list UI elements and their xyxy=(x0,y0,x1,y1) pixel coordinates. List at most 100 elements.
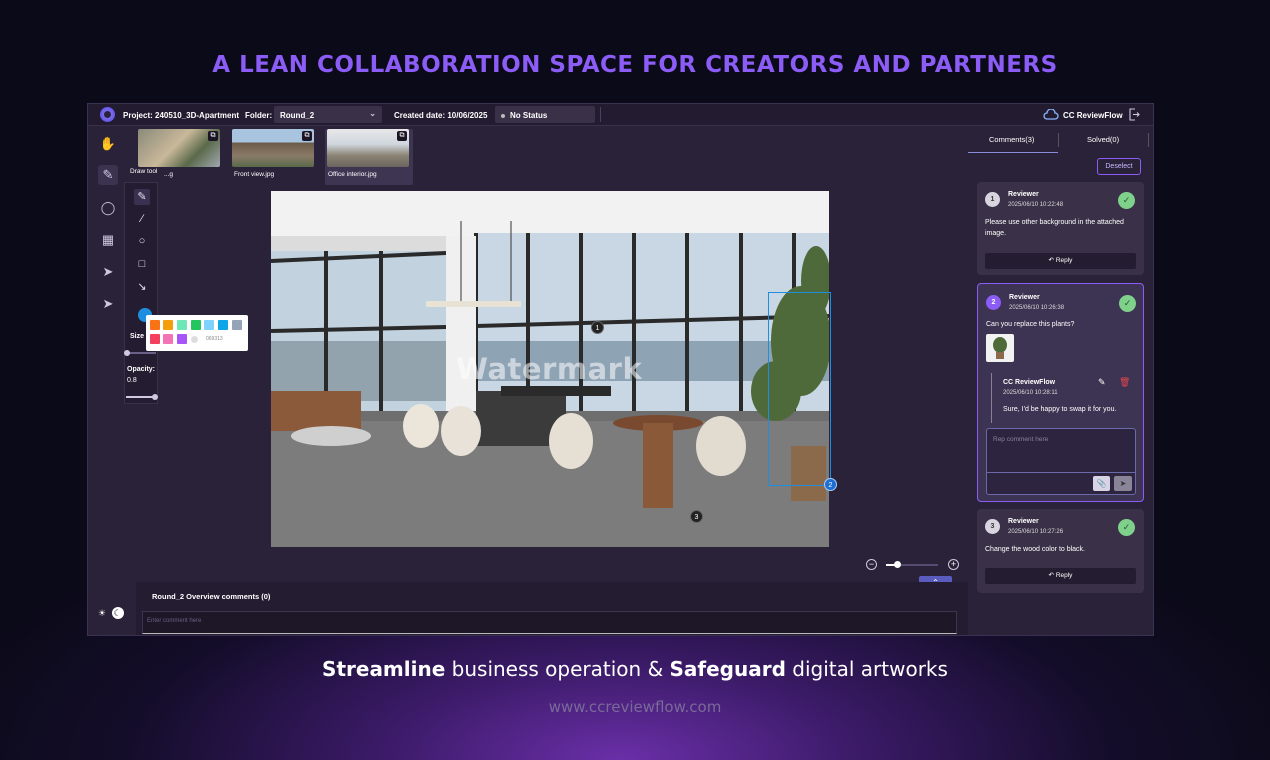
swatch[interactable] xyxy=(177,334,187,344)
theme-toggle[interactable]: ☀ ☾ xyxy=(98,607,124,619)
top-bar: Project: 240510_3D-Apartment Folder: Rou… xyxy=(88,104,1153,126)
divider xyxy=(1058,133,1059,147)
custom-color-icon[interactable] xyxy=(191,336,198,343)
divider xyxy=(600,107,601,122)
thumbnail[interactable]: ⧉ ...g xyxy=(136,129,222,185)
comment-author: Reviewer xyxy=(1008,191,1039,198)
comment-number: 2 xyxy=(986,295,1001,310)
resolve-check-icon[interactable]: ✓ xyxy=(1118,192,1135,209)
comments-panel: Comments(3) Solved(0) Deselect 1 Reviewe… xyxy=(968,126,1153,635)
thumbnail-selected[interactable]: ⧉ Office interior.jpg xyxy=(325,129,413,185)
tagline-strong-1: Streamline xyxy=(322,657,446,681)
send-tool-icon[interactable]: ➤ xyxy=(98,262,118,282)
overview-comment-input[interactable]: Enter comment here xyxy=(142,611,957,634)
plant-image xyxy=(993,337,1007,359)
comment-card[interactable]: 1 Reviewer 2025/06/10 10:22:48 ✓ Please … xyxy=(977,182,1144,275)
tab-solved[interactable]: Solved(0) xyxy=(1087,135,1119,144)
copy-icon[interactable]: ⧉ xyxy=(397,131,407,141)
resolve-check-icon[interactable]: ✓ xyxy=(1118,519,1135,536)
circle-icon[interactable]: ○ xyxy=(134,233,150,249)
annotation-box[interactable] xyxy=(768,292,831,486)
size-label: Size xyxy=(130,333,145,340)
reply-button[interactable]: ↶ Reply xyxy=(985,568,1136,584)
comment-pin[interactable]: 3 xyxy=(690,510,703,523)
reply-button[interactable]: ↶ Reply xyxy=(985,253,1136,269)
logout-icon[interactable] xyxy=(1128,108,1140,121)
line-icon[interactable]: ∕ xyxy=(134,211,150,227)
attach-icon[interactable]: 📎 xyxy=(1093,476,1110,491)
tagline-text-1: business operation & xyxy=(445,657,670,681)
tagline-strong-2: Safeguard xyxy=(669,657,786,681)
thumbnail[interactable]: ⧉ Front view.jpg xyxy=(230,129,318,185)
reply-time: 2025/06/10 10:28:11 xyxy=(1003,390,1058,396)
draw-tool-icon[interactable]: ✎ xyxy=(98,165,118,185)
size-slider[interactable] xyxy=(126,352,156,354)
headline: A LEAN COLLABORATION SPACE FOR CREATORS … xyxy=(212,52,1058,78)
opacity-label: Opacity: xyxy=(127,366,156,373)
tagline-text-2: digital artworks xyxy=(785,657,948,681)
comment-card-active[interactable]: 2 Reviewer 2025/06/10 10:26:38 ✓ Can you… xyxy=(977,283,1144,502)
status-select[interactable]: No Status xyxy=(495,106,595,123)
hand-tool-icon[interactable]: ✋ xyxy=(98,134,118,154)
grid-tool-icon[interactable]: ▦ xyxy=(98,230,118,250)
created-date: Created date: 10/06/2025 xyxy=(394,111,488,120)
attachment-thumbnail[interactable] xyxy=(986,334,1014,362)
tab-comments[interactable]: Comments(3) xyxy=(989,135,1034,144)
swatch[interactable] xyxy=(163,334,173,344)
overview-comments-panel: Round_2 Overview comments (0) Enter comm… xyxy=(136,582,968,635)
pencil-icon[interactable]: ✎ xyxy=(134,189,150,205)
send-lock-tool-icon[interactable]: ➤ xyxy=(98,294,118,314)
folder-label: Folder: xyxy=(245,111,273,120)
resolve-check-icon[interactable]: ✓ xyxy=(1119,295,1136,312)
sun-icon[interactable]: ☀ xyxy=(98,608,106,618)
folder-select[interactable]: Round_2 ⌄ xyxy=(274,106,382,123)
divider xyxy=(987,472,1135,473)
comment-pin[interactable]: 1 xyxy=(591,321,604,334)
swatch[interactable] xyxy=(150,320,160,330)
comment-author: Reviewer xyxy=(1008,518,1039,525)
swatch[interactable] xyxy=(204,320,214,330)
reply-text: Sure, I'd be happy to swap it for you. xyxy=(1003,406,1117,413)
swatch[interactable] xyxy=(163,320,173,330)
opacity-slider-knob[interactable] xyxy=(152,394,158,400)
reply-placeholder: Rep comment here xyxy=(993,436,1049,443)
edit-icon[interactable]: ✎ xyxy=(1098,377,1106,388)
comment-number: 3 xyxy=(985,519,1000,534)
zoom-out-icon[interactable]: − xyxy=(866,559,877,570)
size-slider-knob[interactable] xyxy=(124,350,130,356)
arrow-icon[interactable]: ↘ xyxy=(134,279,150,295)
comment-pin-selected[interactable]: 2 xyxy=(824,478,837,491)
copy-icon[interactable]: ⧉ xyxy=(208,131,218,141)
app-name: CC ReviewFlow xyxy=(1063,111,1123,120)
moon-icon[interactable]: ☾ xyxy=(111,607,124,619)
active-tab-indicator xyxy=(968,152,1058,153)
tagline: Streamline business operation & Safeguar… xyxy=(0,657,1270,681)
app-window: Project: 240510_3D-Apartment Folder: Rou… xyxy=(87,103,1154,636)
comment-author: Reviewer xyxy=(1009,294,1040,301)
app-logo-icon xyxy=(100,107,115,122)
divider xyxy=(1148,133,1149,147)
copy-icon[interactable]: ⧉ xyxy=(302,131,312,141)
zoom-in-icon[interactable]: + xyxy=(948,559,959,570)
delete-icon[interactable]: 🗑 xyxy=(1119,377,1130,388)
comment-card[interactable]: 3 Reviewer 2025/06/10 10:27:26 ✓ Change … xyxy=(977,509,1144,593)
color-palette: 069313 xyxy=(146,315,248,351)
site-url[interactable]: www.ccreviewflow.com xyxy=(0,698,1270,716)
send-icon[interactable]: ➤ xyxy=(1114,476,1132,491)
reply-input[interactable]: Rep comment here 📎 ➤ xyxy=(986,428,1136,495)
swatch[interactable] xyxy=(232,320,242,330)
swatch[interactable] xyxy=(177,320,187,330)
comment-time: 2025/06/10 10:27:26 xyxy=(1008,529,1064,535)
zoom-slider-knob[interactable] xyxy=(894,561,901,568)
watermark: Watermark xyxy=(456,352,643,386)
comment-text: Can you replace this plants? xyxy=(986,321,1075,328)
comment-tool-icon[interactable]: ◯ xyxy=(98,198,118,218)
deselect-button[interactable]: Deselect xyxy=(1097,158,1141,175)
hex-value: 069313 xyxy=(206,336,223,342)
swatch[interactable] xyxy=(150,334,160,344)
comment-text: Change the wood color to black. xyxy=(985,546,1086,553)
rectangle-icon[interactable]: □ xyxy=(134,256,150,272)
swatch[interactable] xyxy=(218,320,228,330)
reply-thread: CC ReviewFlow 2025/06/10 10:28:11 ✎ 🗑 Su… xyxy=(991,373,1136,423)
swatch[interactable] xyxy=(191,320,201,330)
